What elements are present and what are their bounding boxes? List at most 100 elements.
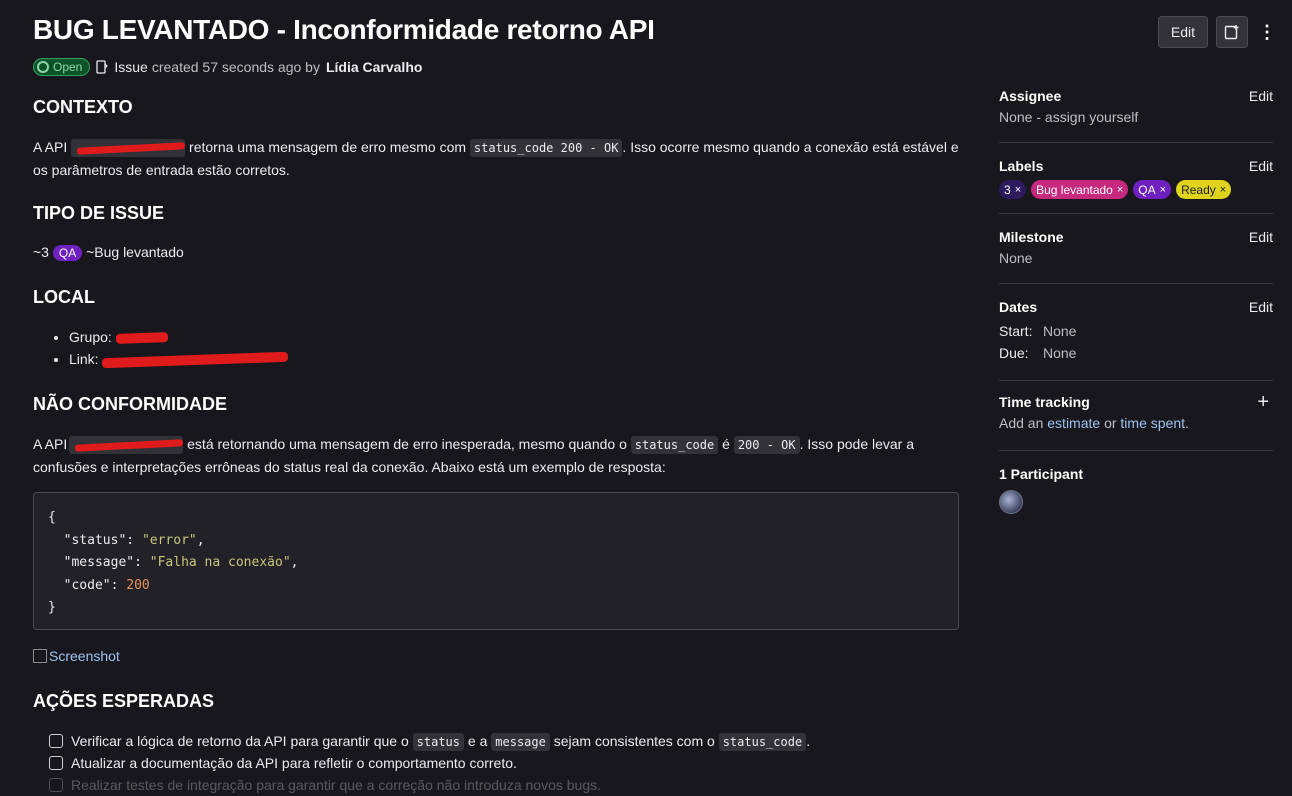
dates-edit-button[interactable]: Edit (1249, 299, 1273, 315)
text: . (806, 733, 811, 749)
json-key: "message" (63, 555, 135, 570)
remove-label-icon[interactable]: × (1220, 184, 1226, 196)
milestone-title: Milestone (999, 229, 1064, 245)
divider (999, 142, 1273, 143)
local-heading: LOCAL (33, 287, 95, 307)
dates-section: Dates Edit Start: None Due: None (999, 299, 1273, 361)
label-chip[interactable]: Ready × (1176, 180, 1232, 199)
issue-type-icon (96, 60, 109, 74)
tipo-paragraph: ~3 QA ~Bug levantado (33, 241, 959, 264)
time-spent-link[interactable]: time spent (1120, 415, 1185, 431)
more-actions-icon[interactable]: ⋮ (1256, 16, 1278, 48)
dates-title: Dates (999, 299, 1038, 315)
divider (999, 213, 1273, 214)
inline-code: status_code 200 - OK (469, 139, 623, 157)
assignee-section: Assignee Edit None - assign yourself (999, 88, 1273, 125)
label-chip[interactable]: QA × (1133, 180, 1172, 199)
remove-label-icon[interactable]: × (1160, 184, 1166, 196)
qa-label-pill[interactable]: QA (52, 245, 83, 261)
issue-title: BUG LEVANTADO - Inconformidade retorno A… (33, 14, 655, 45)
text: Verificar a lógica de retorno da API par… (71, 733, 409, 749)
text: e a (467, 733, 488, 749)
contexto-paragraph: A API retorna uma mensagem de erro mesmo… (33, 136, 959, 181)
text: Grupo: (69, 329, 112, 345)
task-item: Atualizar a documentação da API para ref… (49, 752, 810, 774)
inline-code: status_code (718, 733, 807, 751)
nao-conformidade-paragraph: A API está retornando uma mensagem de er… (33, 433, 959, 478)
text: é (722, 436, 730, 452)
task-checkbox[interactable] (49, 756, 63, 770)
task-item: Verificar a lógica de retorno da API par… (49, 730, 810, 752)
issue-actions: Edit ⋮ (1157, 16, 1278, 48)
text: Link: (69, 351, 99, 367)
remove-label-icon[interactable]: × (1015, 184, 1021, 196)
label-text: 3 (1004, 182, 1011, 197)
divider (999, 283, 1273, 284)
start-date-row: Start: None (999, 323, 1273, 339)
redacted-link (102, 352, 289, 369)
json-value: "error" (141, 532, 197, 548)
labels-list: 3 × Bug levantado × QA × Ready × (999, 180, 1273, 199)
remove-label-icon[interactable]: × (1117, 184, 1123, 196)
task-item: Realizar testes de integração para garan… (49, 774, 810, 796)
task-text: Atualizar a documentação da API para ref… (71, 755, 517, 771)
brace: { (48, 510, 56, 525)
redacted-api-name (69, 436, 184, 455)
issue-meta: Open Issue created 57 seconds ago by Líd… (33, 58, 422, 76)
labels-title: Labels (999, 158, 1044, 174)
divider (999, 380, 1273, 381)
json-value: 200 (126, 577, 150, 593)
list-item: Link: (69, 348, 289, 370)
created-text: created 57 seconds ago by (151, 59, 320, 75)
screenshot-image-link[interactable]: Screenshot (33, 648, 120, 664)
broken-image-icon (33, 649, 47, 663)
label-chip[interactable]: 3 × (999, 180, 1027, 199)
assign-yourself-link[interactable]: None - assign yourself (999, 109, 1273, 125)
new-issue-icon (1224, 25, 1239, 40)
json-value: "Falha na conexão" (149, 555, 291, 570)
json-key: "code" (63, 577, 111, 593)
participant-avatar[interactable] (999, 490, 1023, 514)
inline-code: status (412, 733, 465, 751)
labels-section: Labels Edit 3 × Bug levantado × QA × Ready × (999, 158, 1273, 199)
label-text: Bug levantado (1036, 182, 1113, 197)
label-text: Ready (1181, 182, 1216, 197)
list-item: Grupo: (69, 326, 288, 348)
due-date-row: Due: None (999, 345, 1273, 361)
brace: } (48, 600, 56, 615)
text: ~3 (33, 244, 49, 260)
start-label: Start: (999, 323, 1033, 339)
label-text: QA (1138, 182, 1156, 197)
task-checkbox[interactable] (49, 778, 63, 792)
labels-edit-button[interactable]: Edit (1249, 158, 1273, 174)
assignee-title: Assignee (999, 88, 1062, 104)
task-text: Realizar testes de integração para garan… (71, 777, 601, 793)
milestone-edit-button[interactable]: Edit (1249, 229, 1273, 245)
redacted-api-name (71, 139, 186, 158)
divider (999, 450, 1273, 451)
local-list: Grupo: Link: (33, 326, 289, 370)
inline-code: status_code (630, 436, 719, 454)
milestone-value: None (999, 250, 1033, 266)
json-code-block: { "status": "error", "message": "Falha n… (33, 492, 959, 630)
new-related-issue-button[interactable] (1216, 16, 1248, 48)
start-value: None (1043, 323, 1077, 339)
edit-button[interactable]: Edit (1157, 16, 1208, 48)
text: A API (33, 436, 68, 452)
estimate-link[interactable]: estimate (1047, 415, 1100, 431)
label-chip[interactable]: Bug levantado × (1031, 180, 1129, 199)
author-link[interactable]: Lídia Carvalho (326, 59, 422, 75)
time-tracking-text: Add an estimate or time spent. (999, 415, 1273, 431)
add-time-plus-icon[interactable]: + (1257, 392, 1269, 412)
due-value: None (1043, 345, 1077, 361)
contexto-heading: CONTEXTO (33, 97, 133, 117)
task-list: Verificar a lógica de retorno da API par… (49, 730, 810, 796)
assignee-edit-button[interactable]: Edit (1249, 88, 1273, 104)
text: A API (33, 139, 68, 155)
json-key: "status" (63, 532, 127, 548)
redacted-group (115, 332, 168, 345)
text: . (1185, 415, 1189, 431)
image-alt-text: Screenshot (49, 648, 120, 664)
task-checkbox[interactable] (49, 734, 63, 748)
text: está retornando uma mensagem de erro ine… (187, 436, 627, 452)
